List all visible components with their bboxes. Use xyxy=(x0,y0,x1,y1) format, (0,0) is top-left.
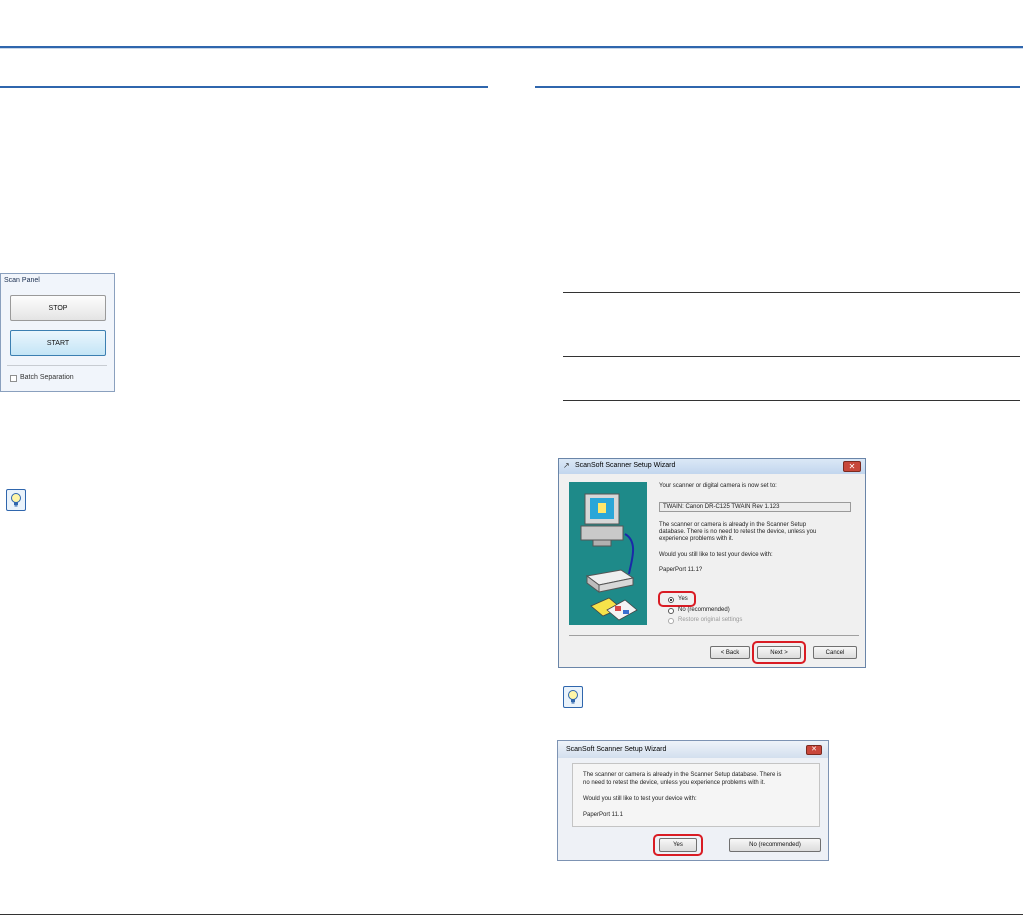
dialog-line1: The scanner or camera is already in the … xyxy=(583,772,782,778)
wizard-already-line1: The scanner or camera is already in the … xyxy=(659,522,807,528)
restore-settings-radio[interactable] xyxy=(668,618,674,624)
wizard-already-line2: database. There is no need to retest the… xyxy=(659,529,817,535)
setup-wizard-dialog: ScanSoft Scanner Setup Wizard ✕ The scan… xyxy=(557,740,829,861)
wizard-divider xyxy=(569,635,859,636)
start-button[interactable]: START xyxy=(10,330,106,356)
header-rule-light xyxy=(0,48,1023,49)
no-recommended-label: No (recommended) xyxy=(678,607,730,613)
batch-separation-checkbox[interactable] xyxy=(10,375,17,382)
dialog-app-name: PaperPort 11.1 xyxy=(583,812,623,818)
highlight-ring xyxy=(653,834,703,856)
table-rule-1 xyxy=(563,292,1020,293)
scanner-computer-illustration xyxy=(569,482,647,625)
setup-wizard-window: ↗ ScanSoft Scanner Setup Wizard ✕ Your s… xyxy=(558,458,866,668)
close-icon[interactable]: ✕ xyxy=(806,745,822,755)
dialog-titlebar: ScanSoft Scanner Setup Wizard ✕ xyxy=(558,741,828,758)
app-logo-icon: ↗ xyxy=(563,461,570,470)
right-section-rule xyxy=(535,86,1020,88)
wizard-titlebar: ↗ ScanSoft Scanner Setup Wizard ✕ xyxy=(559,459,865,474)
wizard-app-name: PaperPort 11.1? xyxy=(659,567,703,573)
scan-panel-window: Scan Panel STOP START Batch Separation xyxy=(0,273,115,392)
wizard-question: Would you still like to test your device… xyxy=(659,552,773,558)
wizard-title: ScanSoft Scanner Setup Wizard xyxy=(575,462,676,469)
highlight-ring xyxy=(658,591,696,607)
hint-lightbulb-icon xyxy=(563,686,583,708)
wizard-already-line3: experience problems with it. xyxy=(659,536,734,542)
hint-lightbulb-icon xyxy=(6,489,26,511)
table-rule-2 xyxy=(563,356,1020,357)
cancel-button[interactable]: Cancel xyxy=(813,646,857,659)
scan-panel-title: Scan Panel xyxy=(4,277,40,284)
no-recommended-radio[interactable] xyxy=(668,608,674,614)
batch-separation-label: Batch Separation xyxy=(20,374,74,381)
dialog-title: ScanSoft Scanner Setup Wizard xyxy=(566,746,667,753)
dialog-message-box: The scanner or camera is already in the … xyxy=(572,763,820,827)
no-recommended-button[interactable]: No (recommended) xyxy=(729,838,821,852)
close-icon[interactable]: ✕ xyxy=(843,461,861,472)
device-name-field: TWAIN: Canon DR-C125 TWAIN Rev 1.123 xyxy=(659,502,851,512)
footer-rule xyxy=(0,914,1023,915)
table-rule-3 xyxy=(563,400,1020,401)
wizard-set-to-text: Your scanner or digital camera is now se… xyxy=(659,483,777,489)
scan-panel-divider xyxy=(7,365,107,366)
dialog-question: Would you still like to test your device… xyxy=(583,796,697,802)
restore-settings-label: Restore original settings xyxy=(678,617,743,623)
highlight-ring xyxy=(752,641,806,664)
dialog-line2: no need to retest the device, unless you… xyxy=(583,780,766,786)
left-section-rule xyxy=(0,86,488,88)
back-button[interactable]: < Back xyxy=(710,646,750,659)
stop-button[interactable]: STOP xyxy=(10,295,106,321)
